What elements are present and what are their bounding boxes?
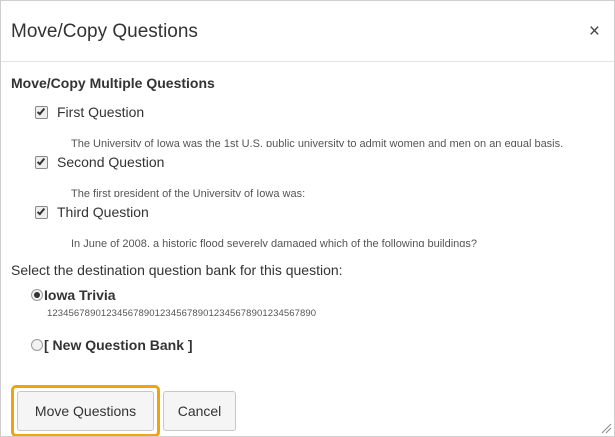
question-item-first: First Question The University of Iowa wa… xyxy=(1,97,614,147)
question-list[interactable]: First Question The University of Iowa wa… xyxy=(1,97,614,261)
close-icon[interactable]: × xyxy=(589,22,600,42)
bank-radio-new-bank[interactable] xyxy=(31,339,43,351)
dialog-title: Move/Copy Questions xyxy=(11,21,198,42)
cancel-button[interactable]: Cancel xyxy=(163,391,236,431)
move-questions-button[interactable]: Move Questions xyxy=(17,391,154,431)
bank-option-new-bank[interactable]: [ New Question Bank ] xyxy=(31,337,611,357)
bank-name: Iowa Trivia xyxy=(44,287,116,303)
question-description: In June of 2008, a historic flood severe… xyxy=(71,238,478,247)
question-description: The University of Iowa was the 1st U.S. … xyxy=(71,138,564,147)
bank-radio-iowa-trivia[interactable] xyxy=(31,289,43,301)
question-description: The first president of the University of… xyxy=(71,188,306,197)
resize-grip-icon[interactable] xyxy=(601,423,612,434)
question-title: First Question xyxy=(57,104,145,120)
checkmark-icon xyxy=(36,156,46,166)
section-subtitle: Move/Copy Multiple Questions xyxy=(11,75,215,91)
destination-label: Select the destination question bank for… xyxy=(11,262,343,278)
question-title: Second Question xyxy=(57,154,165,170)
question-title: Third Question xyxy=(57,204,149,220)
question-item-second: Second Question The first president of t… xyxy=(1,147,614,197)
move-copy-dialog: Move/Copy Questions × Move/Copy Multiple… xyxy=(0,0,615,437)
radio-selected-dot xyxy=(34,292,40,298)
question-checkbox-first[interactable] xyxy=(35,106,48,119)
checkmark-icon xyxy=(36,206,46,216)
dialog-body: Move/Copy Multiple Questions First Quest… xyxy=(1,62,614,436)
bank-description: 1234567890123456789012345678901234567890… xyxy=(47,308,317,319)
question-item-third: Third Question In June of 2008, a histor… xyxy=(1,197,614,247)
question-checkbox-second[interactable] xyxy=(35,156,48,169)
checkmark-icon xyxy=(36,106,46,116)
question-checkbox-third[interactable] xyxy=(35,206,48,219)
dialog-header: Move/Copy Questions × xyxy=(1,1,614,62)
bank-option-iowa-trivia[interactable]: Iowa Trivia 1234567890123456789012345678… xyxy=(31,287,611,323)
bank-name: [ New Question Bank ] xyxy=(44,337,193,353)
